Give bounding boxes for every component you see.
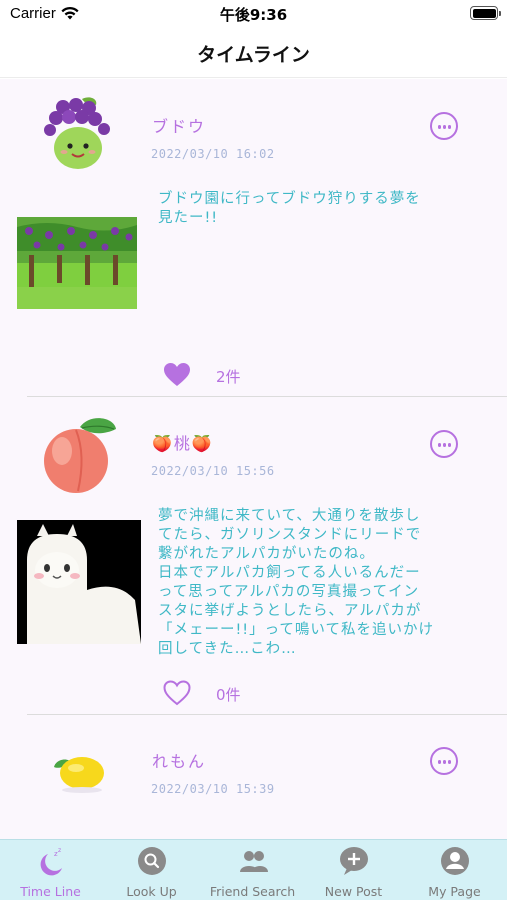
add-chat-icon [340,847,368,875]
post-timestamp: 2022/03/10 15:39 [151,782,275,796]
svg-text:z: z [58,847,61,854]
like-count: 2件 [216,368,241,386]
post-timestamp: 2022/03/10 15:56 [151,464,275,478]
tab-bar: z z Time Line Look Up Friend Search New … [0,839,507,900]
post-username[interactable]: ブドウ [152,113,206,137]
tab-look-up[interactable]: Look Up [101,840,202,900]
more-options-button[interactable] [430,112,458,140]
post-card: れもん 2022/03/10 15:39 [0,715,507,839]
page-title: タイムライン [197,44,310,66]
status-time: 午後9:36 [219,6,288,24]
user-icon [441,847,469,875]
grape-orchard-illustration[interactable] [17,217,137,309]
tab-my-page[interactable]: My Page [404,840,505,900]
timeline-feed[interactable]: ブドウ 2022/03/10 16:02 ブドウ園に行ってブドウ狩りする夢を 見… [0,79,507,839]
people-icon [240,851,268,872]
battery-icon [470,6,501,20]
like-count: 0件 [216,686,241,704]
more-options-button[interactable] [430,430,458,458]
grape-character-icon[interactable] [38,93,118,173]
post-body: ブドウ園に行ってブドウ狩りする夢を 見たー!! [158,191,421,226]
post-username[interactable]: れもん [152,748,206,772]
tab-label: New Post [324,884,383,899]
search-icon [138,847,166,875]
more-options-button[interactable] [430,747,458,775]
post-card: 🍑桃🍑 2022/03/10 15:56 夢で沖縄に来ていて、大通りを散歩し て… [0,397,507,714]
status-bar: Carrier 午後9:36 [0,0,507,28]
navigation-bar: タイムライン [0,28,507,78]
tab-label: Time Line [20,884,81,899]
peach-icon[interactable] [38,415,118,495]
heart-filled-icon[interactable] [163,362,191,388]
lemon-icon[interactable] [38,733,118,813]
tab-label: Look Up [126,884,177,899]
post-body: 夢で沖縄に来ていて、大通りを散歩し てたら、ガソリンスタンドにリードで 繋がれた… [158,508,434,657]
post-username[interactable]: 🍑桃🍑 [152,430,214,454]
tab-time-line[interactable]: z z Time Line [0,840,101,900]
tab-label: My Page [428,884,481,899]
post-timestamp: 2022/03/10 16:02 [151,147,275,161]
tab-friend-search[interactable]: Friend Search [202,840,303,900]
tab-label: Friend Search [209,884,296,899]
post-card: ブドウ 2022/03/10 16:02 ブドウ園に行ってブドウ狩りする夢を 見… [0,79,507,396]
alpaca-illustration[interactable] [17,520,141,644]
sleeping-moon-icon: z z [40,847,62,876]
tab-new-post[interactable]: New Post [303,840,404,900]
heart-outline-icon[interactable] [163,680,191,706]
